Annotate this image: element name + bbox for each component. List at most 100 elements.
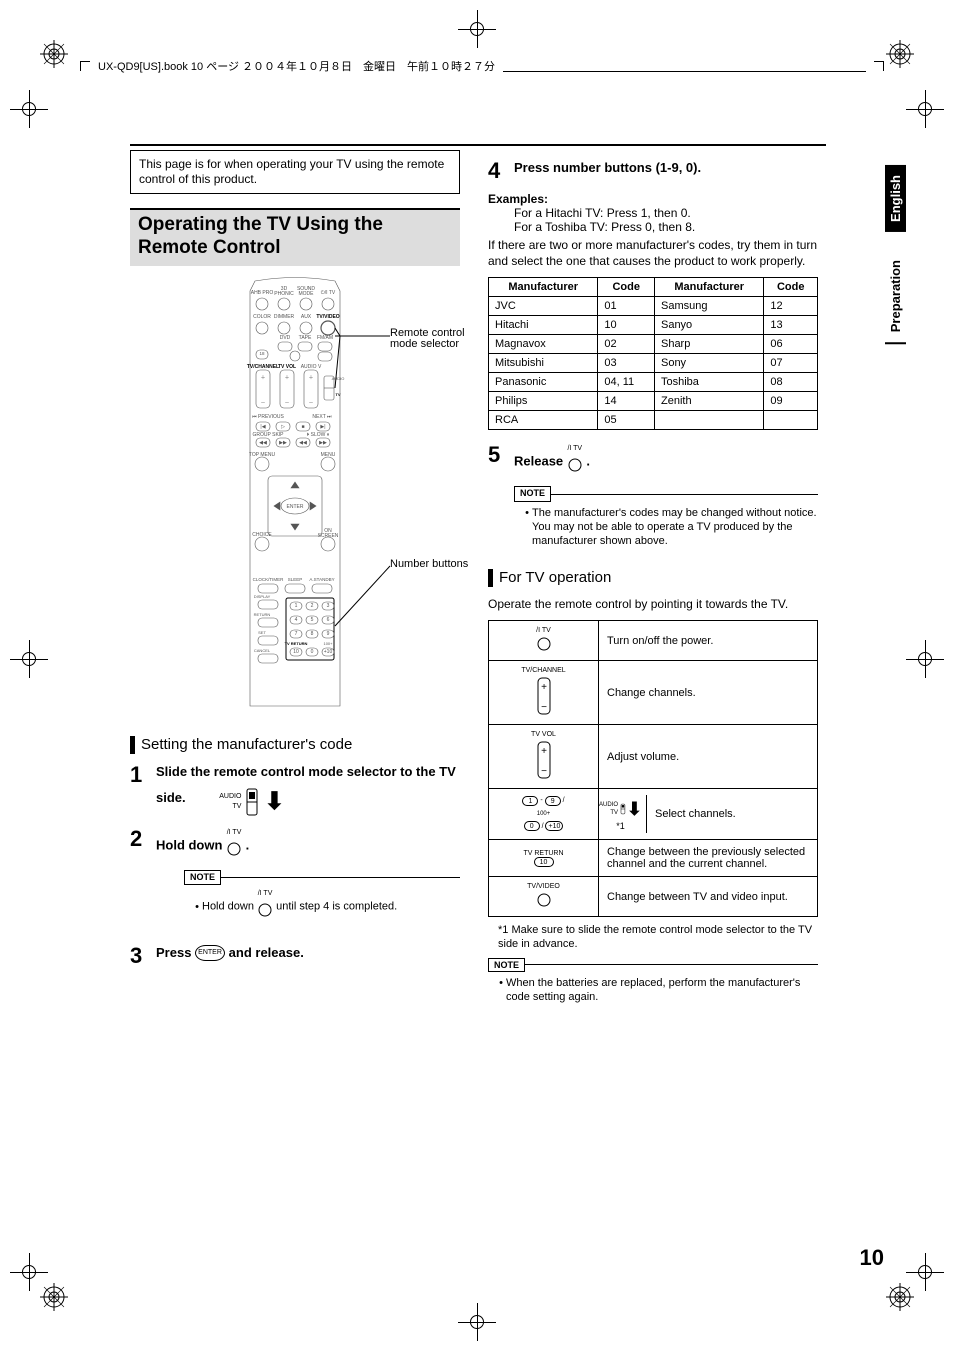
page-title-box: Operating the TV Using the Remote Contro… bbox=[130, 208, 460, 266]
step-3: 3 Press ENTER and release. bbox=[130, 945, 460, 967]
svg-text:0: 0 bbox=[311, 649, 314, 655]
page-title: Operating the TV Using the Remote Contro… bbox=[138, 214, 452, 260]
svg-text:DVD: DVD bbox=[280, 335, 291, 341]
table-row: Philips14Zenith09 bbox=[489, 392, 818, 411]
svg-text:1: 1 bbox=[295, 603, 298, 609]
svg-text:－: － bbox=[284, 400, 289, 406]
table-row: TV/CHANNEL +− Change channels. bbox=[489, 661, 818, 725]
footnote: *1 Make sure to slide the remote control… bbox=[498, 923, 818, 952]
table-row: TV VOL +− Adjust volume. bbox=[489, 725, 818, 789]
svg-text:+10: +10 bbox=[324, 649, 333, 655]
table-row: /I TV Turn on/off the power. bbox=[489, 621, 818, 661]
mode-selector-icon: AUDIOTV ⬇ *1 bbox=[599, 795, 647, 833]
arrow-down-icon: ⬇ bbox=[627, 799, 642, 820]
svg-text:−: − bbox=[541, 766, 547, 777]
svg-text:MENU: MENU bbox=[321, 452, 336, 458]
left-column: This page is for when operating your TV … bbox=[130, 150, 460, 1014]
enter-button-icon: ENTER bbox=[195, 945, 225, 961]
table-row: Panasonic04, 11Toshiba08 bbox=[489, 373, 818, 392]
doc-header-text: UX-QD9[US].book 10 ページ ２００４年１０月８日 金曜日 午前… bbox=[98, 58, 495, 74]
svg-text:SCREEN: SCREEN bbox=[318, 533, 339, 539]
svg-text:⏻/I TV: ⏻/I TV bbox=[321, 290, 336, 296]
svg-text:CANCEL: CANCEL bbox=[254, 648, 271, 653]
power-tv-button-icon: /I TV bbox=[257, 889, 273, 924]
svg-text:3: 3 bbox=[327, 603, 330, 609]
power-tv-button-icon: /I TV bbox=[226, 828, 242, 864]
doc-header: UX-QD9[US].book 10 ページ ２００４年１０月８日 金曜日 午前… bbox=[80, 58, 884, 76]
svg-text:+: + bbox=[541, 746, 547, 757]
arrow-down-icon: ⬇ bbox=[264, 786, 284, 817]
svg-text:−: − bbox=[541, 702, 547, 713]
manufacturer-code-table: Manufacturer Code Manufacturer Code JVC0… bbox=[488, 277, 818, 430]
power-tv-button-icon: /I TV bbox=[567, 444, 583, 480]
svg-text:2: 2 bbox=[311, 603, 314, 609]
svg-text:⏮ PREVIOUS: ⏮ PREVIOUS bbox=[252, 414, 284, 420]
tv-vol-rocker-icon: TV VOL +− bbox=[489, 725, 599, 789]
table-row: RCA05 bbox=[489, 411, 818, 430]
svg-text:SET: SET bbox=[258, 630, 266, 635]
svg-text:AUX: AUX bbox=[301, 314, 312, 320]
cornermark-icon bbox=[886, 1283, 914, 1311]
tv-video-button-icon: TV/VIDEO bbox=[489, 877, 599, 917]
svg-text:A.STANDBY: A.STANDBY bbox=[309, 577, 334, 582]
svg-text:COLOR: COLOR bbox=[253, 314, 271, 320]
svg-text:▶|: ▶| bbox=[320, 424, 325, 430]
cornermark-icon bbox=[886, 40, 914, 68]
power-tv-button-icon: /I TV bbox=[489, 621, 599, 661]
content-top-rule bbox=[130, 144, 826, 146]
svg-text:－: － bbox=[260, 400, 265, 406]
svg-text:SLEEP: SLEEP bbox=[288, 577, 303, 582]
note-step5: NOTE The manufacturer's codes may be cha… bbox=[514, 486, 818, 549]
annot-mode-selector: Remote control mode selector bbox=[390, 328, 480, 350]
svg-text:TV: TV bbox=[335, 392, 340, 397]
content-area: This page is for when operating your TV … bbox=[130, 150, 820, 1014]
step-2: 2 Hold down /I TV . NOTE Hold down /I bbox=[130, 828, 460, 935]
svg-text:TV VOL: TV VOL bbox=[278, 364, 296, 370]
cornermark-icon bbox=[40, 1283, 68, 1311]
svg-text:RETURN: RETURN bbox=[254, 612, 271, 617]
regmark-icon bbox=[10, 90, 48, 128]
tv-channel-rocker-icon: TV/CHANNEL +− bbox=[489, 661, 599, 725]
svg-text:AUDIO: AUDIO bbox=[332, 376, 345, 381]
svg-text:10: 10 bbox=[293, 649, 299, 655]
table-row: Magnavox02Sharp06 bbox=[489, 335, 818, 354]
side-tabs: English Preparation bbox=[885, 165, 906, 362]
subheading-set-code: Setting the manufacturer's code bbox=[130, 736, 460, 754]
svg-text:▶▶: ▶▶ bbox=[279, 440, 287, 446]
svg-text:◀◀: ◀◀ bbox=[259, 440, 267, 446]
svg-text:AUDIO V: AUDIO V bbox=[301, 364, 322, 370]
svg-text:＋: ＋ bbox=[260, 375, 265, 381]
svg-text:◀◀: ◀◀ bbox=[299, 440, 307, 446]
section-tab: Preparation bbox=[885, 250, 906, 344]
table-row: Mitsubishi03Sony07 bbox=[489, 354, 818, 373]
svg-text:CLOCK/TIMER: CLOCK/TIMER bbox=[253, 577, 285, 582]
svg-text:FM/AM: FM/AM bbox=[317, 335, 333, 341]
svg-text:5: 5 bbox=[311, 617, 314, 623]
regmark-icon bbox=[458, 10, 496, 48]
svg-text:▷: ▷ bbox=[281, 424, 285, 430]
subheading-tv-operation: For TV operation bbox=[488, 569, 818, 587]
step-4: 4 Press number buttons (1-9, 0). bbox=[488, 160, 818, 182]
tv-return-button-icon: TV RETURN 10 bbox=[489, 840, 599, 877]
svg-text:TV RETURN: TV RETURN bbox=[285, 641, 308, 646]
mode-selector-icon: AUDIOTV ⬇ bbox=[219, 786, 284, 817]
examples-block: Examples: For a Hitachi TV: Press 1, the… bbox=[514, 192, 818, 234]
cornermark-icon bbox=[40, 40, 68, 68]
svg-text:－: － bbox=[308, 400, 313, 406]
regmark-icon bbox=[906, 90, 944, 128]
step-1: 1 Slide the remote control mode selector… bbox=[130, 764, 460, 818]
regmark-icon bbox=[906, 640, 944, 678]
svg-text:+: + bbox=[541, 682, 547, 693]
svg-text:MODE: MODE bbox=[299, 291, 315, 297]
op-intro: Operate the remote control by pointing i… bbox=[488, 597, 818, 613]
remote-diagram: AHB PRO3DPHONICSOUNDMODE⏻/I TV COLORDIMM… bbox=[190, 276, 400, 716]
note-step2: NOTE Hold down /I TV until step 4 is com… bbox=[184, 870, 460, 925]
svg-text:9: 9 bbox=[327, 631, 330, 637]
svg-text:18: 18 bbox=[259, 351, 265, 356]
regmark-icon bbox=[10, 640, 48, 678]
svg-text:7: 7 bbox=[295, 631, 298, 637]
note-final: NOTE When the batteries are replaced, pe… bbox=[488, 958, 818, 1005]
page: UX-QD9[US].book 10 ページ ２００４年１０月８日 金曜日 午前… bbox=[0, 0, 954, 1351]
table-row: 1 - 9 / 100+ 0 / +10 AUDIOTV ⬇ bbox=[489, 789, 818, 840]
svg-text:NEXT ⏭: NEXT ⏭ bbox=[312, 414, 332, 420]
